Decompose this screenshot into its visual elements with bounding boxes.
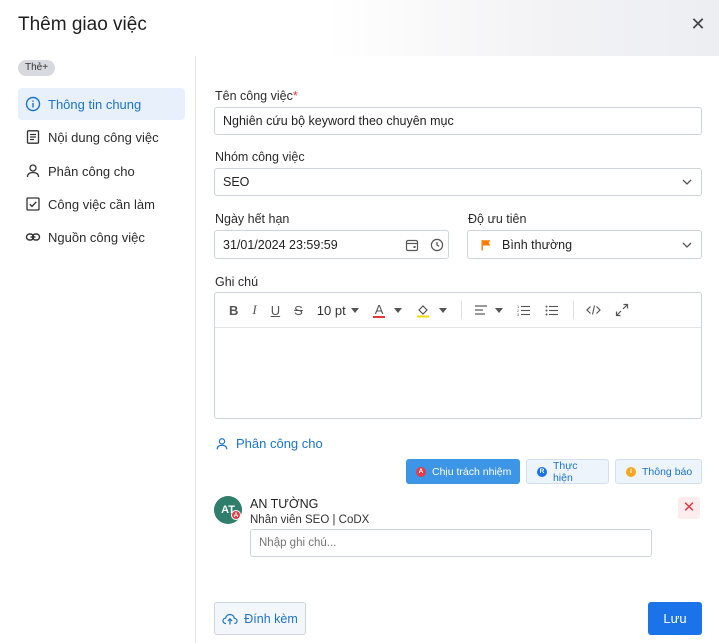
tag-chip[interactable]: Thẻ+ bbox=[18, 60, 56, 76]
person-icon bbox=[216, 437, 228, 449]
sidebar-item-general-info[interactable]: Thông tin chung bbox=[18, 88, 185, 120]
font-size-value: 10 pt bbox=[316, 302, 346, 318]
caret-down-icon bbox=[350, 307, 359, 313]
sidebar-item-task-source[interactable]: Nguồn công việc bbox=[18, 221, 185, 253]
ordered-list-icon: 123 bbox=[517, 304, 531, 316]
assignee-note-input[interactable] bbox=[250, 529, 652, 557]
flag-icon bbox=[481, 239, 491, 250]
svg-text:3: 3 bbox=[517, 312, 520, 316]
bullet-list-icon bbox=[545, 305, 559, 316]
caret-down-icon bbox=[394, 307, 403, 313]
assignee-position: Nhân viên SEO | CoDX bbox=[250, 514, 370, 526]
code-icon bbox=[586, 305, 602, 315]
role-inform-button[interactable]: I Thông báo bbox=[615, 459, 702, 484]
align-left-icon bbox=[475, 305, 488, 315]
cloud-upload-icon bbox=[222, 613, 238, 624]
role-label: Thông báo bbox=[642, 465, 693, 478]
due-date-value: 31/01/2024 23:59:59 bbox=[223, 237, 338, 252]
role-badge: I bbox=[626, 466, 636, 477]
sidebar-item-label: Nội dung công việc bbox=[48, 129, 159, 145]
caret-down-icon bbox=[439, 307, 448, 313]
bullet-list-button[interactable] bbox=[545, 304, 559, 316]
editor-toolbar: B I U S 10 pt A 123 bbox=[215, 293, 701, 328]
save-button[interactable]: Lưu bbox=[648, 602, 702, 635]
attach-label: Đính kèm bbox=[244, 611, 298, 626]
remove-assignee-icon[interactable]: ✕ bbox=[678, 497, 700, 519]
role-responsible-button[interactable]: A Chịu trách nhiệm bbox=[406, 459, 520, 484]
assignment-title-text: Phân công cho bbox=[236, 436, 323, 451]
note-label: Ghi chú bbox=[215, 275, 259, 289]
checkbox-icon bbox=[24, 195, 42, 213]
attach-button[interactable]: Đính kèm bbox=[214, 602, 306, 635]
sidebar-item-label: Công việc cần làm bbox=[48, 196, 155, 212]
note-textarea[interactable] bbox=[215, 328, 701, 418]
task-name-value: Nghiên cứu bộ keyword theo chuyên mục bbox=[223, 114, 454, 128]
task-group-label: Nhóm công việc bbox=[215, 150, 305, 164]
sidebar-divider bbox=[195, 56, 196, 643]
task-name-label-text: Tên công việc bbox=[215, 89, 293, 103]
chevron-down-icon bbox=[682, 242, 692, 248]
dialog-header: Thêm giao việc ✕ bbox=[0, 0, 719, 56]
priority-label: Độ ưu tiên bbox=[468, 212, 527, 226]
toolbar-separator bbox=[573, 301, 575, 319]
assignment-section-title[interactable]: Phân công cho bbox=[215, 436, 323, 451]
underline-button[interactable]: U bbox=[271, 303, 280, 318]
sidebar-item-label: Thông tin chung bbox=[48, 96, 142, 112]
task-name-input[interactable]: Nghiên cứu bộ keyword theo chuyên mục bbox=[214, 107, 702, 135]
expand-icon bbox=[616, 303, 629, 317]
task-group-value: SEO bbox=[223, 175, 250, 189]
caret-down-icon bbox=[495, 307, 504, 313]
chevron-down-icon bbox=[682, 179, 692, 185]
ordered-list-button[interactable]: 123 bbox=[517, 304, 531, 316]
role-label: Thực hiện bbox=[552, 459, 578, 484]
priority-select[interactable]: Bình thường bbox=[467, 230, 702, 259]
avatar-role-badge: A bbox=[231, 510, 241, 520]
sidebar-item-label: Nguồn công việc bbox=[48, 229, 145, 245]
align-button[interactable] bbox=[474, 304, 504, 316]
code-view-button[interactable] bbox=[586, 304, 602, 316]
sidebar-item-assign-to[interactable]: Phân công cho bbox=[18, 155, 185, 187]
assignee-name: AN TƯỜNG bbox=[250, 497, 319, 511]
document-icon bbox=[24, 128, 42, 146]
font-size-select[interactable]: 10 pt bbox=[317, 303, 359, 318]
due-date-label: Ngày hết hạn bbox=[215, 212, 290, 226]
italic-button[interactable]: I bbox=[252, 302, 256, 318]
due-date-input[interactable]: 31/01/2024 23:59:59 bbox=[214, 230, 449, 259]
required-mark: * bbox=[292, 89, 298, 103]
close-icon[interactable]: ✕ bbox=[688, 14, 708, 34]
paint-bucket-icon bbox=[417, 304, 430, 317]
highlight-color-button[interactable] bbox=[416, 303, 448, 318]
font-color-glyph: A bbox=[372, 301, 386, 318]
fullscreen-button[interactable] bbox=[615, 303, 629, 317]
link-icon bbox=[24, 228, 42, 246]
role-badge: A bbox=[416, 466, 426, 477]
toolbar-separator bbox=[461, 301, 463, 319]
strikethrough-button[interactable]: S bbox=[294, 303, 303, 318]
font-color-button[interactable]: A bbox=[372, 301, 403, 318]
info-icon bbox=[24, 95, 42, 113]
calendar-icon[interactable] bbox=[405, 238, 419, 252]
bold-button[interactable]: B bbox=[229, 303, 238, 318]
task-name-label: Tên công việc* bbox=[215, 89, 298, 103]
note-editor: B I U S 10 pt A 123 bbox=[214, 292, 702, 419]
sidebar-item-todo[interactable]: Công việc cần làm bbox=[18, 188, 185, 220]
clock-icon[interactable] bbox=[430, 238, 444, 252]
role-badge: R bbox=[537, 466, 547, 477]
role-perform-button[interactable]: R Thực hiện bbox=[526, 459, 609, 484]
sidebar-item-label: Phân công cho bbox=[48, 163, 135, 179]
role-label: Chịu trách nhiệm bbox=[432, 465, 512, 478]
priority-value: Bình thường bbox=[502, 237, 573, 252]
dialog-title: Thêm giao việc bbox=[18, 14, 147, 35]
sidebar-item-task-content[interactable]: Nội dung công việc bbox=[18, 121, 185, 153]
person-icon bbox=[24, 162, 42, 180]
task-group-select[interactable]: SEO bbox=[214, 168, 702, 196]
